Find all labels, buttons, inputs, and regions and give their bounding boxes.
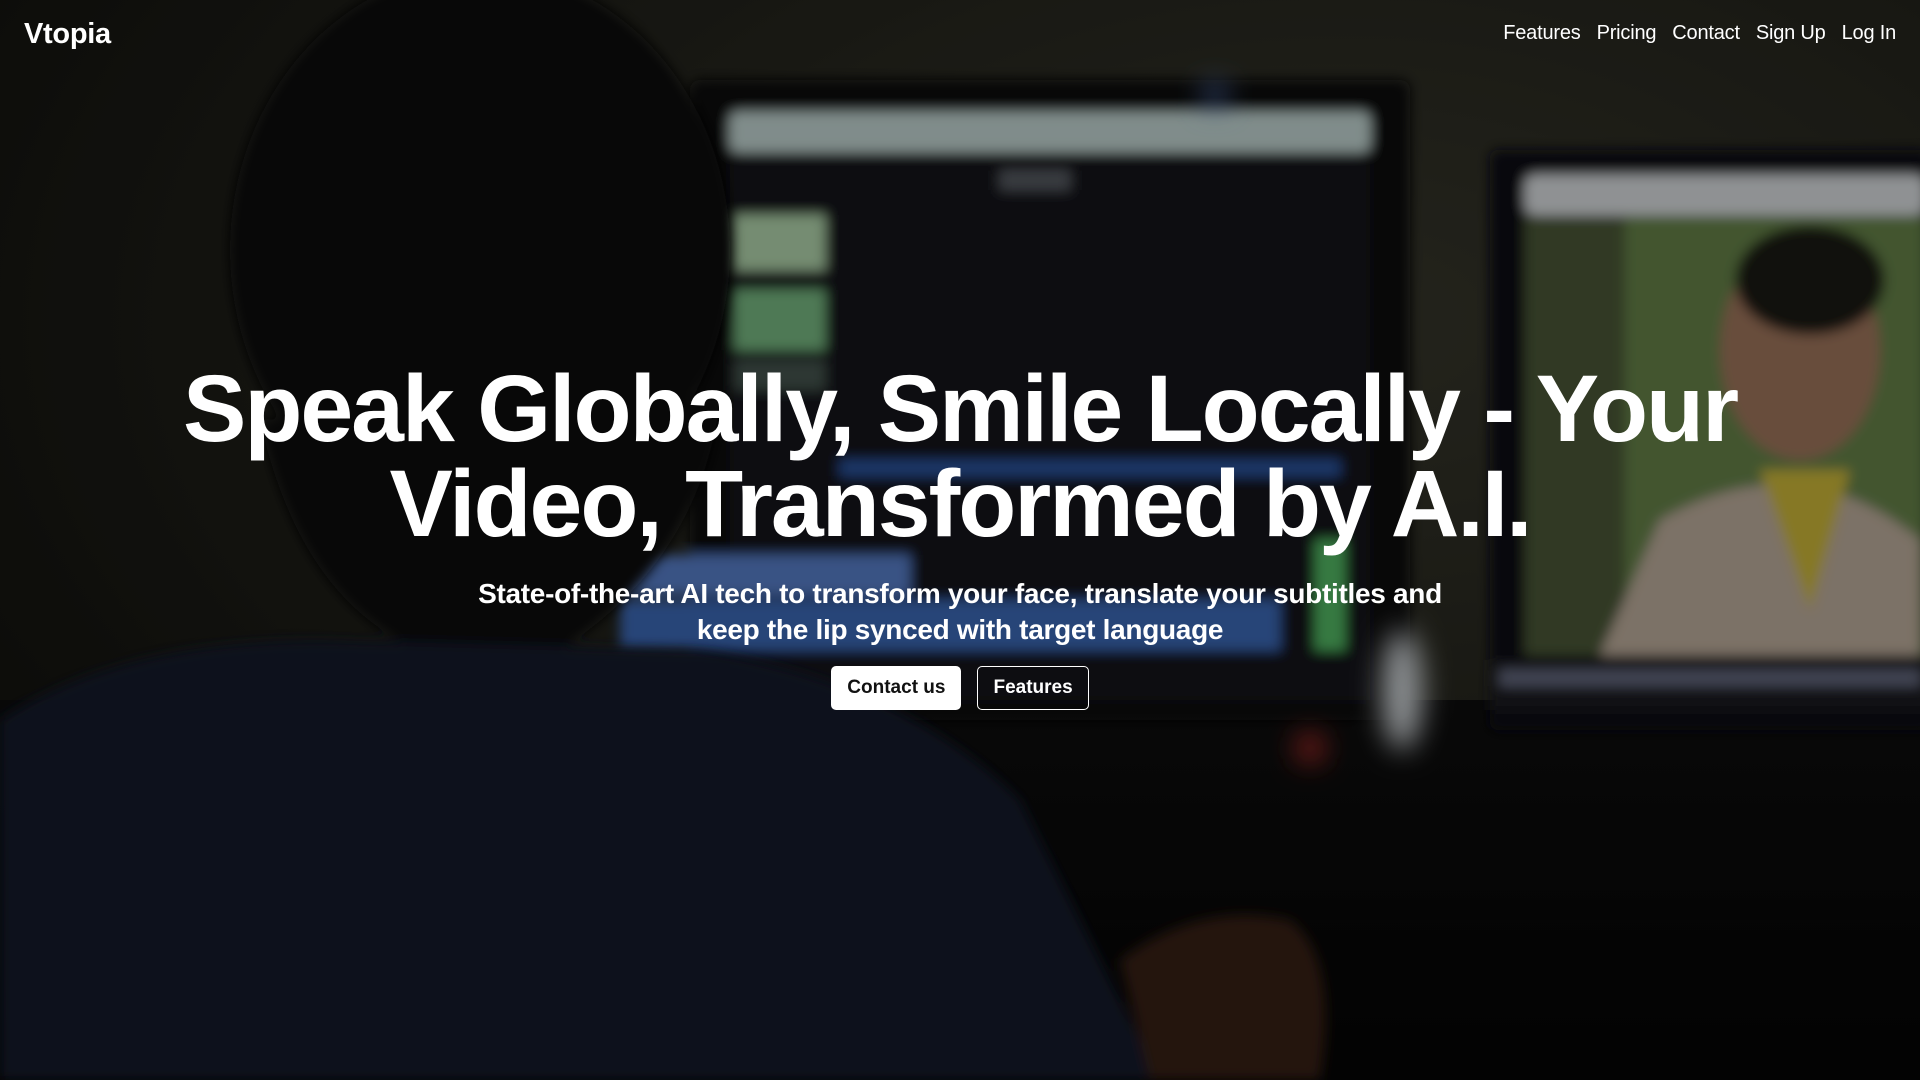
nav-link-contact[interactable]: Contact bbox=[1672, 22, 1740, 45]
nav-link-pricing[interactable]: Pricing bbox=[1597, 22, 1657, 45]
brand-logo[interactable]: Vtopia bbox=[24, 18, 111, 51]
hero-section: Speak Globally, Smile Locally - Your Vid… bbox=[0, 362, 1920, 710]
nav-link-sign-up[interactable]: Sign Up bbox=[1756, 22, 1826, 45]
contact-us-button[interactable]: Contact us bbox=[831, 666, 962, 710]
nav-link-log-in[interactable]: Log In bbox=[1842, 22, 1897, 45]
nav-links: Features Pricing Contact Sign Up Log In bbox=[1503, 22, 1896, 45]
landing-page: Vtopia Features Pricing Contact Sign Up … bbox=[0, 0, 1920, 1080]
nav-link-features[interactable]: Features bbox=[1503, 22, 1581, 45]
features-button[interactable]: Features bbox=[977, 666, 1089, 710]
hero-cta-row: Contact us Features bbox=[0, 666, 1920, 710]
top-navigation: Vtopia Features Pricing Contact Sign Up … bbox=[0, 0, 1920, 72]
hero-subheadline: State-of-the-art AI tech to transform yo… bbox=[478, 578, 1442, 645]
hero-headline: Speak Globally, Smile Locally - Your Vid… bbox=[182, 356, 1739, 557]
